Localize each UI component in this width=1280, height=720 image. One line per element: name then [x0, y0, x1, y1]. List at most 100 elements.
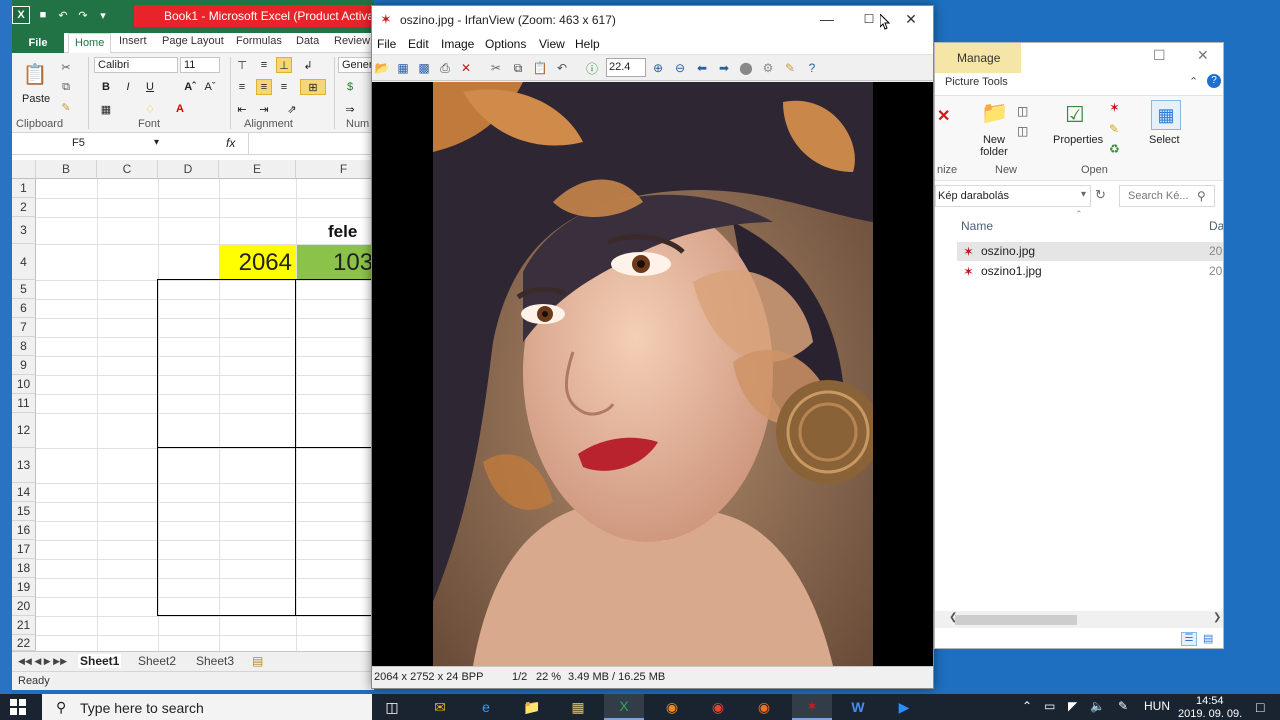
row-header[interactable]: 3 — [12, 217, 36, 244]
decrease-indent-icon[interactable]: ⇤ — [234, 101, 250, 117]
taskbar-search-box[interactable]: ⚲ Type here to search — [42, 694, 372, 720]
battery-icon[interactable]: ▭ — [1044, 699, 1055, 713]
network-icon[interactable]: ◤ — [1068, 699, 1077, 713]
sheet-tab-2[interactable]: Sheet2 — [138, 654, 176, 668]
properties-icon[interactable]: ☑ — [1065, 102, 1085, 128]
customize-qat-icon[interactable]: ▾ — [96, 8, 110, 22]
column-header-name[interactable]: Name — [961, 219, 993, 233]
row-header[interactable]: 21 — [12, 616, 36, 635]
paste-icon[interactable]: 📋 — [22, 59, 48, 89]
address-dropdown-icon[interactable]: ▾ — [1081, 189, 1086, 200]
easy-access-icon[interactable]: ◫ — [1017, 124, 1028, 138]
borders-icon[interactable]: ▦ — [98, 101, 114, 117]
number-format-select[interactable]: Gener — [338, 57, 374, 73]
new-folder-icon[interactable]: 📁 — [981, 100, 1008, 126]
maximize-button[interactable]: ☐ — [858, 9, 880, 29]
tab-formulas[interactable]: Formulas — [236, 35, 282, 47]
menu-edit[interactable]: Edit — [408, 37, 429, 51]
align-top-icon[interactable]: ⊤ — [234, 57, 250, 73]
outlook-icon[interactable]: ✉ — [420, 694, 460, 720]
select-label[interactable]: Select — [1149, 134, 1180, 146]
address-bar[interactable]: Kép darabolás — [935, 185, 1091, 207]
large-icons-view-icon[interactable]: ▤ — [1203, 632, 1213, 645]
cell-e4[interactable]: 2064 — [219, 245, 296, 280]
cut-icon[interactable]: ✂ — [488, 60, 504, 76]
scroll-right-icon[interactable]: ❯ — [1213, 612, 1221, 623]
orientation-icon[interactable]: ⇗ — [284, 101, 300, 117]
row-header[interactable]: 20 — [12, 597, 36, 616]
delete-icon[interactable]: ✕ — [937, 106, 950, 126]
properties-label[interactable]: Properties — [1053, 134, 1103, 146]
volume-icon[interactable]: 🔈 — [1090, 699, 1105, 713]
row-header[interactable]: 4 — [12, 244, 36, 280]
delete-icon[interactable]: ✕ — [458, 60, 474, 76]
file-row[interactable]: ✶ oszino1.jpg 201 — [957, 262, 1223, 281]
row-header[interactable]: 19 — [12, 578, 36, 597]
row-header[interactable]: 16 — [12, 521, 36, 540]
menu-help[interactable]: Help — [575, 37, 600, 51]
open-with-icon[interactable]: ✶ — [1109, 100, 1120, 116]
sheet-tab-1[interactable]: Sheet1 — [78, 654, 122, 668]
row-header[interactable]: 15 — [12, 502, 36, 521]
tab-home[interactable]: Home — [68, 33, 112, 54]
chrome-icon[interactable]: ◉ — [698, 694, 738, 720]
task-view-icon[interactable]: ◫ — [372, 694, 412, 720]
close-button[interactable]: ✕ — [900, 9, 922, 29]
search-icon[interactable]: ⚲ — [1197, 189, 1206, 203]
copy-icon[interactable]: ⧉ — [58, 79, 74, 95]
row-header[interactable]: 9 — [12, 356, 36, 375]
row-header[interactable]: 1 — [12, 179, 36, 198]
copy-icon[interactable]: ⧉ — [510, 60, 526, 76]
image-canvas[interactable] — [372, 82, 933, 666]
wrap-text-icon[interactable]: ↲ — [300, 57, 316, 73]
show-hidden-icons-icon[interactable]: ⌃ — [1022, 699, 1032, 713]
underline-button[interactable]: U — [142, 79, 158, 95]
row-header[interactable]: 8 — [12, 337, 36, 356]
save-icon[interactable]: ■ — [36, 8, 50, 22]
horizontal-scrollbar[interactable]: ❮ ❯ — [935, 611, 1223, 628]
sheet-nav-first-icon[interactable]: ◀◀ ◀ ▶ ▶▶ — [18, 656, 67, 667]
notifications-icon[interactable]: □ — [1256, 699, 1264, 715]
sheet-tab-3[interactable]: Sheet3 — [196, 654, 234, 668]
help-icon[interactable]: ? — [1207, 74, 1221, 88]
clock-time[interactable]: 14:54 — [1196, 695, 1224, 707]
align-center-icon[interactable]: ≡ — [256, 79, 272, 95]
insert-sheet-icon[interactable]: ▤ — [252, 654, 263, 668]
language-indicator[interactable]: HUN — [1144, 699, 1170, 713]
details-view-icon[interactable]: ☰ — [1181, 632, 1197, 646]
history-icon[interactable]: ♻ — [1109, 142, 1120, 156]
cell-f3[interactable]: fele — [328, 222, 357, 242]
font-color-icon[interactable]: A — [172, 101, 188, 117]
shrink-font-icon[interactable]: Aˇ — [202, 79, 218, 95]
format-painter-icon[interactable]: ✎ — [58, 99, 74, 115]
pen-icon[interactable]: ✎ — [1118, 699, 1128, 713]
row-header[interactable]: 7 — [12, 318, 36, 337]
bold-button[interactable]: B — [98, 79, 114, 95]
close-button[interactable]: ✕ — [1197, 47, 1209, 64]
thumbnails-icon[interactable]: ▦ — [395, 60, 411, 76]
undo-icon[interactable]: ↶ — [554, 60, 570, 76]
increase-decimal-icon[interactable]: ⇒ — [342, 101, 358, 117]
paste-label[interactable]: Paste — [22, 93, 50, 105]
tab-file[interactable]: File — [12, 33, 64, 53]
zoom-select[interactable]: 22.4 — [606, 58, 646, 77]
align-right-icon[interactable]: ≡ — [276, 79, 292, 95]
align-bottom-icon[interactable]: ⊥ — [276, 57, 292, 73]
cut-icon[interactable]: ✂ — [58, 59, 74, 75]
next-image-icon[interactable]: ➡ — [716, 60, 732, 76]
print-icon[interactable]: ⎙ — [437, 60, 453, 76]
firefox-alt-icon[interactable]: ◉ — [652, 694, 692, 720]
refresh-icon[interactable]: ↻ — [1095, 187, 1106, 203]
new-item-icon[interactable]: ◫ — [1017, 104, 1028, 118]
row-header[interactable]: 6 — [12, 299, 36, 318]
zoom-in-icon[interactable]: ⊕ — [650, 60, 666, 76]
collapse-ribbon-icon[interactable]: ⌃ — [1189, 75, 1198, 88]
zoom-app-icon[interactable]: ▶ — [884, 694, 924, 720]
row-header[interactable]: 17 — [12, 540, 36, 559]
row-header[interactable]: 10 — [12, 375, 36, 394]
tab-insert[interactable]: Insert — [119, 35, 147, 47]
save-icon[interactable]: ▩ — [416, 60, 432, 76]
insert-function-icon[interactable]: fx — [226, 136, 235, 150]
excel-taskbar-icon[interactable]: X — [604, 694, 644, 720]
tab-manage[interactable]: Manage — [957, 51, 1000, 65]
